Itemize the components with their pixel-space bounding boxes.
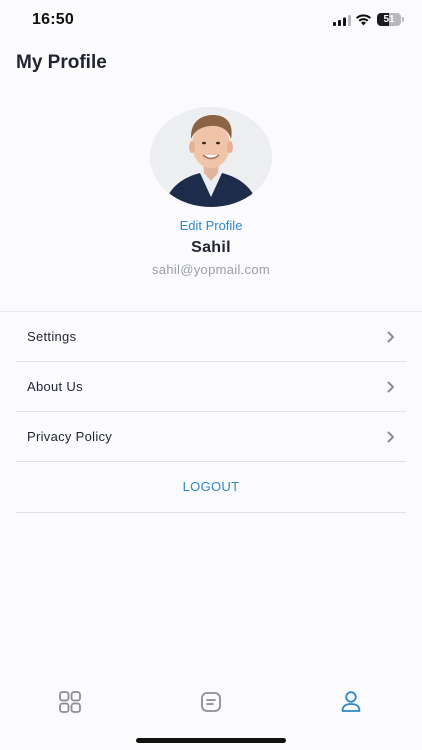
- status-time: 16:50: [32, 11, 74, 28]
- home-indicator: [136, 738, 286, 743]
- profile-email: sahil@yopmail.com: [152, 262, 270, 277]
- page-title: My Profile: [16, 52, 107, 73]
- user-icon[interactable]: [337, 688, 365, 716]
- menu-item-privacy-policy[interactable]: Privacy Policy: [16, 412, 406, 462]
- list-icon[interactable]: [197, 688, 225, 716]
- battery-level: 51: [383, 14, 395, 25]
- grid-icon[interactable]: [56, 688, 84, 716]
- avatar[interactable]: [150, 107, 272, 207]
- chevron-right-icon: [387, 431, 394, 443]
- profile-name: Sahil: [191, 239, 231, 256]
- signal-icon: [333, 15, 351, 26]
- logout-row: LOGOUT: [16, 462, 406, 513]
- status-bar: 16:50 51: [0, 0, 422, 44]
- edit-profile-link[interactable]: Edit Profile: [0, 218, 422, 233]
- profile-screen: 16:50 51 My Profile Edit Profile Sahil s…: [0, 0, 422, 750]
- menu-item-settings[interactable]: Settings: [16, 312, 406, 362]
- wifi-icon: [356, 14, 371, 26]
- chevron-right-icon: [387, 381, 394, 393]
- profile-menu: Settings About Us Privacy Policy LOGOUT: [16, 312, 406, 513]
- tab-bar: [0, 680, 422, 724]
- chevron-right-icon: [387, 331, 394, 343]
- menu-item-label: Settings: [27, 329, 77, 344]
- battery-icon: 51: [377, 13, 404, 26]
- logout-button[interactable]: LOGOUT: [16, 479, 406, 494]
- menu-item-label: Privacy Policy: [27, 429, 113, 444]
- menu-item-label: About Us: [27, 379, 83, 394]
- avatar-photo: [150, 107, 272, 207]
- menu-item-about-us[interactable]: About Us: [16, 362, 406, 412]
